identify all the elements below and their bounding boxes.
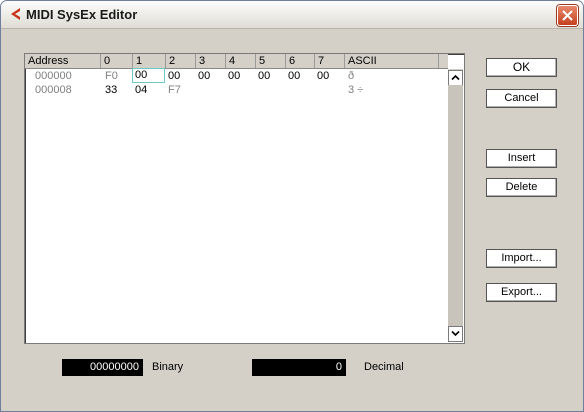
- cubase-logo-icon: [11, 8, 20, 20]
- row-0-ascii[interactable]: ð: [348, 70, 354, 82]
- row-0-byte-7[interactable]: 00: [317, 70, 329, 82]
- row-0-byte-0[interactable]: F0: [105, 70, 118, 82]
- header-byte-4[interactable]: 4: [226, 54, 256, 68]
- header-byte-7[interactable]: 7: [315, 54, 345, 68]
- chevron-down-icon: [451, 330, 460, 337]
- grid-header: Address 0 1 2 3 4 5 6 7 ASCII: [25, 54, 448, 69]
- row-0-byte-5[interactable]: 00: [258, 70, 270, 82]
- row-1-byte-2[interactable]: F7: [168, 84, 181, 96]
- delete-button[interactable]: Delete: [486, 178, 557, 197]
- close-button[interactable]: [557, 5, 578, 26]
- binary-label: Binary: [152, 361, 184, 373]
- sysex-editor-window: MIDI SysEx Editor Address 0 1 2 3 4 5 6 …: [0, 0, 584, 412]
- row-0-byte-6[interactable]: 00: [288, 70, 300, 82]
- hex-grid[interactable]: Address 0 1 2 3 4 5 6 7 ASCII 000000 F0 …: [24, 53, 465, 344]
- header-byte-6[interactable]: 6: [286, 54, 315, 68]
- header-byte-1[interactable]: 1: [133, 54, 166, 68]
- row-0-byte-1[interactable]: 00: [132, 68, 165, 83]
- export-button[interactable]: Export...: [486, 283, 557, 302]
- scroll-down-button[interactable]: [448, 326, 463, 342]
- header-spacer: [439, 54, 448, 68]
- row-1-ascii[interactable]: 3 ÷: [348, 84, 363, 96]
- row-0-byte-2[interactable]: 00: [168, 70, 180, 82]
- row-0-address: 000000: [35, 70, 72, 82]
- header-byte-3[interactable]: 3: [196, 54, 226, 68]
- header-byte-5[interactable]: 5: [256, 54, 286, 68]
- header-ascii[interactable]: ASCII: [345, 54, 439, 68]
- header-address[interactable]: Address: [25, 54, 101, 68]
- decimal-label: Decimal: [364, 361, 404, 373]
- title-bar[interactable]: MIDI SysEx Editor: [1, 1, 583, 29]
- cancel-button[interactable]: Cancel: [486, 89, 557, 108]
- chevron-up-icon: [451, 74, 460, 81]
- row-0-byte-4[interactable]: 00: [228, 70, 240, 82]
- vertical-scrollbar[interactable]: [448, 69, 463, 342]
- ok-button[interactable]: OK: [486, 58, 557, 77]
- row-1-address: 000008: [35, 84, 72, 96]
- insert-button[interactable]: Insert: [486, 149, 557, 168]
- row-1-byte-0[interactable]: 33: [105, 84, 117, 96]
- window-title: MIDI SysEx Editor: [26, 7, 138, 22]
- header-byte-2[interactable]: 2: [166, 54, 196, 68]
- close-icon: [562, 10, 573, 21]
- dialog-client-area: Address 0 1 2 3 4 5 6 7 ASCII 000000 F0 …: [4, 29, 580, 407]
- row-1-byte-1[interactable]: 04: [135, 84, 147, 96]
- scroll-up-button[interactable]: [448, 70, 463, 86]
- binary-field[interactable]: 00000000: [62, 359, 143, 376]
- import-button[interactable]: Import...: [486, 249, 557, 268]
- decimal-field[interactable]: 0: [252, 359, 346, 376]
- row-0-byte-3[interactable]: 00: [198, 70, 210, 82]
- header-byte-0[interactable]: 0: [101, 54, 133, 68]
- scroll-track[interactable]: [448, 85, 463, 326]
